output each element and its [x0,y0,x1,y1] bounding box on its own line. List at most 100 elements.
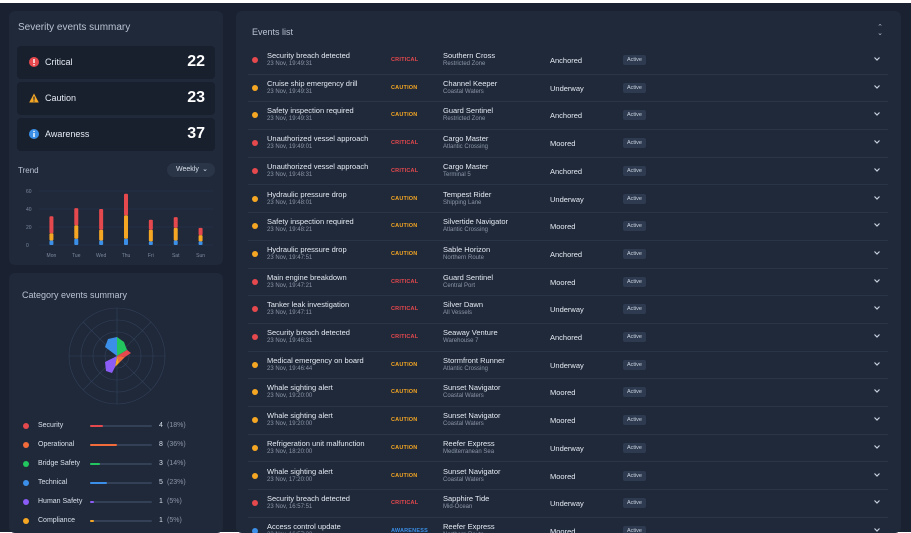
vessel-name: Silvertide Navigator [443,217,509,227]
caution-card[interactable]: Caution 23 [17,82,215,115]
trend-bar-segment [124,215,128,239]
severity-summary-title: Severity events summary [18,22,131,33]
vessel-area: Central Port [443,282,476,289]
chevron-down-icon[interactable] [872,442,882,452]
severity-label: CAUTION [391,361,418,368]
status-badge: Active [623,193,646,204]
status-badge: Active [623,387,646,398]
vessel-area: Mid-Ocean [443,504,473,511]
category-name: Compliance [38,517,75,524]
event-row[interactable]: Security breach detected 23 Nov, 19:49:31… [248,47,888,75]
event-row[interactable]: Unauthorized vessel approach 23 Nov, 19:4… [248,158,888,186]
awareness-card[interactable]: Awareness 37 [17,118,215,151]
chevron-down-icon[interactable] [872,165,882,175]
event-title: Cruise ship emergency drill [267,78,358,88]
severity-dot [252,112,258,119]
event-row[interactable]: Refrigeration unit malfunction 23 Nov, 18… [248,435,888,463]
status-badge: Active [623,110,646,121]
trend-bar-segment [173,240,178,245]
chevron-down-icon[interactable] [872,331,882,341]
trend-label: Trend [18,166,39,175]
severity-dot [252,444,258,451]
category-dot [23,518,29,524]
vessel-name: Stormfront Runner [443,355,505,365]
category-legend-item[interactable]: Bridge Safety 3 (14%) [23,460,213,470]
chevron-down-icon[interactable] [872,276,882,286]
category-count: 1 [159,517,163,524]
vessel-area: Shipping Lane [443,199,482,206]
event-time: 23 Nov, 19:46:31 [267,338,313,344]
event-row[interactable]: Hydraulic pressure drop 23 Nov, 19:47:51 C… [248,241,888,269]
severity-dot [252,195,258,202]
x-tick-label: Sat [172,253,180,259]
chevron-down-icon[interactable] [872,497,882,507]
chevron-down-icon[interactable] [872,248,882,258]
severity-label: CAUTION [391,417,418,424]
category-bar-fill [90,463,100,465]
chevron-down-icon[interactable] [872,137,882,147]
event-row[interactable]: Whale sighting alert 23 Nov, 19:20:00 CAUT… [248,407,888,435]
chevron-down-icon[interactable] [872,303,882,313]
event-time: 23 Nov, 17:20:00 [267,476,313,483]
severity-label: CAUTION [391,250,418,257]
chevron-down-icon[interactable] [872,220,882,230]
category-legend-item[interactable]: Security 4 (18%) [23,422,213,432]
chevron-down-icon[interactable] [872,193,882,203]
event-row[interactable]: Cruise ship emergency drill 23 Nov, 19:49… [248,75,888,103]
event-row[interactable]: Medical emergency on board 23 Nov, 19:46:… [248,352,888,380]
event-row[interactable]: Security breach detected 23 Nov, 19:46:31… [248,324,888,352]
event-row[interactable]: Whale sighting alert 23 Nov, 19:20:00 CAUT… [248,379,888,408]
event-row[interactable]: Safety inspection required 23 Nov, 19:48:… [248,213,888,241]
category-legend-item[interactable]: Technical 5 (23%) [23,479,213,489]
vessel-status: Underway [550,83,584,93]
event-row[interactable]: Whale sighting alert 23 Nov, 17:20:00 CAUT… [248,463,888,491]
event-row[interactable]: Unauthorized vessel approach 23 Nov, 19:4… [248,130,888,158]
category-percent: (36%) [167,441,186,448]
category-legend-item[interactable]: Compliance 1 (5%) [23,517,213,527]
status-badge: Active [623,470,646,481]
severity-label: CRITICAL [391,57,419,63]
category-legend-item[interactable]: Human Safety 1 (5%) [23,498,213,508]
chevron-down-icon[interactable] [872,82,882,92]
event-row[interactable]: Tanker leak investigation 23 Nov, 19:47:1… [248,296,888,324]
category-percent: (23%) [167,479,186,486]
chevron-down-icon[interactable] [872,359,882,369]
vessel-status: Moored [550,222,576,232]
event-time: 23 Nov, 19:48:31 [267,171,313,178]
chevron-down-icon[interactable] [872,386,882,396]
event-row[interactable]: Access control update23 Nov, 16:57:22AWA… [248,518,888,533]
category-count: 1 [159,498,163,505]
severity-dot [252,57,258,63]
sort-icon[interactable]: ⌃ ⌄ [875,24,885,37]
category-legend-item[interactable]: Operational 8 (36%) [23,441,213,451]
trend-bar-segment [148,219,153,230]
chevron-down-icon[interactable] [872,470,882,480]
vessel-area: All Vessels [443,310,473,317]
critical-count: 22 [187,53,205,70]
period-select[interactable]: Weekly ⌄ [167,163,215,177]
trend-bar-segment [99,209,104,230]
severity-label: CRITICAL [391,334,419,340]
status-badge: Active [623,415,646,426]
chevron-down-icon: ⌄ [202,166,208,173]
status-badge: Active [623,82,646,93]
critical-icon [29,57,39,67]
event-row[interactable]: Hydraulic pressure drop 23 Nov, 19:48:01 C… [248,186,888,214]
category-dot [23,461,29,467]
event-row[interactable]: Main engine breakdown 23 Nov, 19:47:21 CRI… [248,269,888,297]
vessel-area: Restricted Zone [443,116,486,123]
trend-bar-segment [49,240,54,245]
segment-technical [105,337,117,356]
event-row[interactable]: Safety inspection required 23 Nov, 19:49:… [248,102,888,131]
trend-bar-segment [198,235,203,242]
chevron-down-icon[interactable] [872,414,882,424]
vessel-name: Tempest Rider [443,189,492,199]
critical-card[interactable]: Critical 22 [17,46,215,79]
severity-label: CAUTION [391,472,418,479]
vessel-area: Terminal 5 [443,171,471,178]
severity-dot [252,500,258,507]
chevron-down-icon[interactable] [872,54,882,64]
chevron-down-icon[interactable] [872,109,882,119]
event-time: 23 Nov, 19:49:31 [267,88,313,95]
event-row[interactable]: Security breach detected 23 Nov, 16:57:51… [248,490,888,518]
